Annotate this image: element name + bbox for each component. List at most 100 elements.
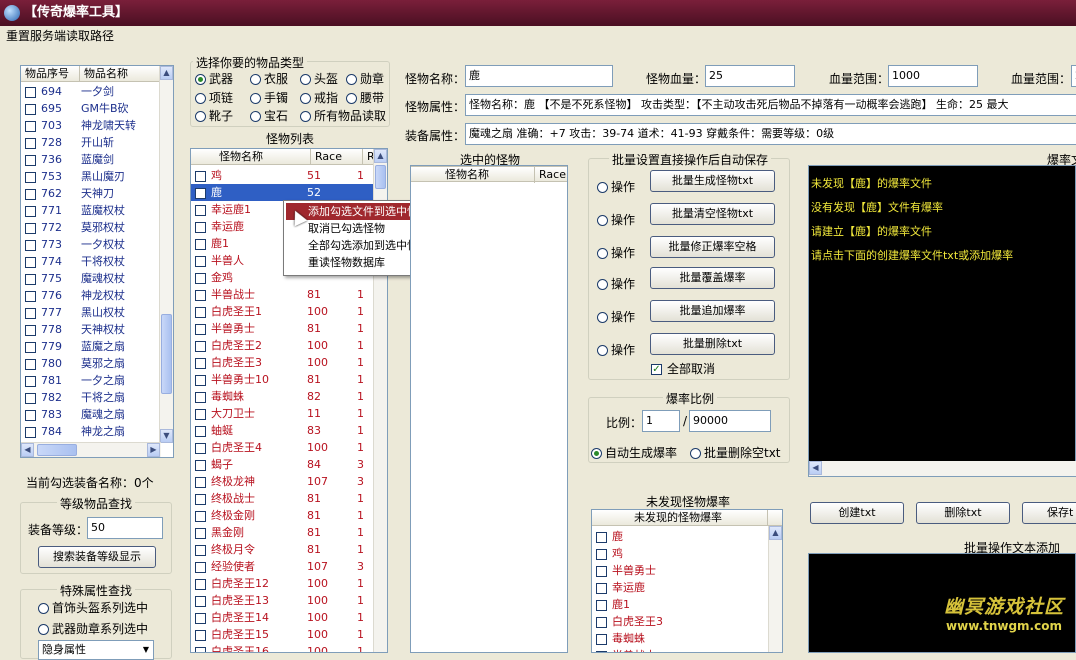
checkbox-icon[interactable] (596, 548, 607, 560)
undiscovered-row[interactable]: 毒蜘蛛 (592, 630, 645, 647)
checkbox-icon[interactable] (596, 599, 607, 611)
undiscovered-row[interactable]: 半兽战士 (592, 647, 656, 652)
item-row[interactable]: 779 蓝魔之扇 (21, 338, 161, 355)
item-row[interactable]: 777 黑山权杖 (21, 304, 161, 321)
checkbox-icon[interactable] (596, 531, 607, 543)
monster-row[interactable]: 鹿 52 (191, 184, 375, 201)
type-option[interactable]: 武器 (195, 70, 233, 87)
col-sel-race[interactable]: Race (535, 167, 567, 183)
monster-row[interactable]: 半兽战士 81 1 (191, 286, 375, 303)
checkbox-icon[interactable] (195, 646, 206, 652)
item-row[interactable]: 780 莫邪之扇 (21, 355, 161, 372)
monster-row[interactable]: 经验使者 107 3 (191, 558, 375, 575)
batch-op-radio[interactable]: 操作 (597, 275, 635, 292)
checkbox-icon[interactable] (195, 289, 206, 301)
monster-row[interactable]: 毒蜘蛛 82 1 (191, 388, 375, 405)
batch-button[interactable]: 批量清空怪物txt (650, 203, 775, 225)
ratio-den-input[interactable]: 90000 (689, 410, 771, 432)
checkbox-icon[interactable] (195, 221, 206, 233)
attr-select[interactable]: 隐身属性 ▼ (38, 640, 154, 660)
monster-row[interactable]: 终极金刚 81 1 (191, 507, 375, 524)
item-row[interactable]: 783 魔魂之扇 (21, 406, 161, 423)
search-level-button[interactable]: 搜索装备等级显示 (38, 546, 156, 568)
batch-op-radio[interactable]: 操作 (597, 244, 635, 261)
batch-button[interactable]: 批量追加爆率 (650, 300, 775, 322)
item-row[interactable]: 772 莫邪权杖 (21, 219, 161, 236)
scroll-up-icon[interactable]: ▲ (769, 526, 782, 540)
item-row[interactable]: 694 一夕剑 (21, 83, 161, 100)
type-option[interactable]: 项链 (195, 89, 233, 106)
batch-button[interactable]: 批量生成怪物txt (650, 170, 775, 192)
chevron-down-icon[interactable]: ▼ (143, 641, 149, 659)
scroll-right-icon[interactable]: ▶ (147, 443, 160, 457)
monster-hp-input[interactable]: 25 (705, 65, 795, 87)
monster-row[interactable]: 半兽勇士10 81 1 (191, 371, 375, 388)
batch-op-radio[interactable]: 操作 (597, 211, 635, 228)
scroll-thumb[interactable] (375, 165, 386, 189)
checkbox-icon[interactable] (25, 256, 36, 268)
type-option[interactable]: 衣服 (250, 70, 288, 87)
checkbox-icon[interactable] (25, 239, 36, 251)
checkbox-icon[interactable] (195, 340, 206, 352)
type-option[interactable]: 戒指 (300, 89, 338, 106)
cancel-all-checkbox[interactable]: 全部取消 (651, 360, 715, 377)
hscroll-thumb[interactable] (37, 444, 77, 456)
item-row[interactable]: 736 蓝魔剑 (21, 151, 161, 168)
opt-jewelry-helmet[interactable]: 首饰头盔系列选中 (38, 599, 148, 616)
checkbox-icon[interactable] (25, 103, 36, 115)
log-hscroll[interactable]: ◀ (809, 461, 1076, 476)
checkbox-icon[interactable] (25, 290, 36, 302)
monster-row[interactable]: 黑金刚 81 1 (191, 524, 375, 541)
item-row[interactable]: 776 神龙权杖 (21, 287, 161, 304)
item-row[interactable]: 771 蓝魔权杖 (21, 202, 161, 219)
hp-range-input[interactable]: 1000 (888, 65, 978, 87)
item-row[interactable]: 781 一夕之扇 (21, 372, 161, 389)
item-table-hscroll[interactable]: ◀ ▶ (21, 442, 161, 457)
checkbox-icon[interactable] (596, 616, 607, 628)
checkbox-icon[interactable] (195, 595, 206, 607)
type-option[interactable]: 靴子 (195, 107, 233, 124)
batch-op-radio[interactable]: 操作 (597, 178, 635, 195)
monster-row[interactable]: 半兽勇士 81 1 (191, 320, 375, 337)
checkbox-icon[interactable] (596, 565, 607, 577)
item-row[interactable]: 762 天神刀 (21, 185, 161, 202)
monster-row[interactable]: 白虎圣王3 100 1 (191, 354, 375, 371)
monster-row[interactable]: 白虎圣王14 100 1 (191, 609, 375, 626)
col-item-name[interactable]: 物品名称 (80, 66, 161, 82)
scroll-left-icon[interactable]: ◀ (21, 443, 34, 457)
batch-button[interactable]: 批量覆盖爆率 (650, 267, 775, 289)
delete-txt-button[interactable]: 删除txt (916, 502, 1010, 524)
item-row[interactable]: 778 天神权杖 (21, 321, 161, 338)
col-item-id[interactable]: 物品序号 (21, 66, 80, 82)
checkbox-icon[interactable] (195, 204, 206, 216)
ratio-num-input[interactable]: 1 (642, 410, 680, 432)
undiscovered-row[interactable]: 鸡 (592, 545, 623, 562)
monster-row[interactable]: 白虎圣王13 100 1 (191, 592, 375, 609)
monster-row[interactable]: 白虎圣王16 100 1 (191, 643, 375, 652)
checkbox-icon[interactable] (195, 323, 206, 335)
checkbox-icon[interactable] (195, 357, 206, 369)
equip-attr-input[interactable]: 魔魂之扇 准确：+7 攻击：39-74 道术：41-93 穿戴条件：需要等级：0… (465, 123, 1076, 145)
undiscovered-row[interactable]: 白虎圣王3 (592, 613, 663, 630)
monster-row[interactable]: 蝎子 84 3 (191, 456, 375, 473)
type-option[interactable]: 腰带 (346, 89, 384, 106)
scroll-up-icon[interactable]: ▲ (374, 149, 387, 163)
col-undiscovered[interactable]: 未发现的怪物爆率 (592, 510, 768, 526)
scroll-down-icon[interactable]: ▼ (160, 429, 173, 443)
checkbox-icon[interactable] (25, 171, 36, 183)
batch-op-radio[interactable]: 操作 (597, 308, 635, 325)
checkbox-icon[interactable] (195, 187, 206, 199)
item-row[interactable]: 728 开山斩 (21, 134, 161, 151)
checkbox-icon[interactable] (25, 86, 36, 98)
item-row[interactable]: 695 GM牛B砍 (21, 100, 161, 117)
checkbox-icon[interactable] (195, 527, 206, 539)
checkbox-icon[interactable] (195, 374, 206, 386)
hp-range2-input[interactable]: 2 (1071, 65, 1076, 87)
checkbox-icon[interactable] (25, 341, 36, 353)
checkbox-icon[interactable] (195, 442, 206, 454)
opt-batch-delete-empty[interactable]: 批量删除空txt (690, 444, 781, 461)
monster-row[interactable]: 白虎圣王1 100 1 (191, 303, 375, 320)
monster-row[interactable]: 鸡 51 1 (191, 167, 375, 184)
undiscovered-row[interactable]: 鹿1 (592, 596, 630, 613)
monster-row[interactable]: 终极月令 81 1 (191, 541, 375, 558)
